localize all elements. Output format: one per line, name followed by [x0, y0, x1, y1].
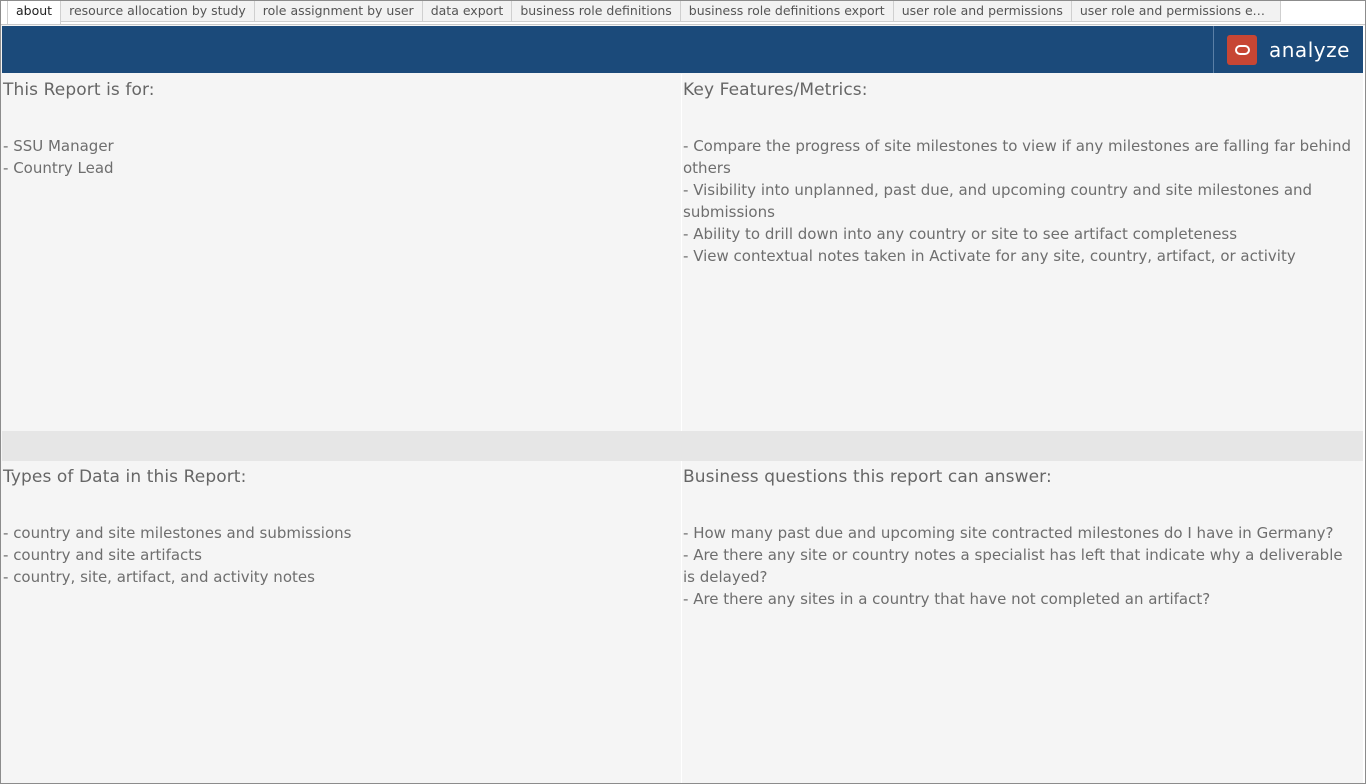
list-item: Visibility into unplanned, past due, and…: [683, 179, 1357, 223]
tab-resource-allocation-by-study[interactable]: resource allocation by study: [61, 1, 255, 22]
bullet-list: Compare the progress of site milestones …: [683, 135, 1357, 267]
panel-title: Key Features/Metrics:: [683, 80, 868, 100]
panel-data-types: Types of Data in this Report: country an…: [2, 461, 681, 783]
panel-key-features: Key Features/Metrics: Compare the progre…: [682, 74, 1363, 431]
oracle-ring-icon: [1227, 34, 1257, 65]
list-item: Are there any site or country notes a sp…: [683, 544, 1357, 588]
tab-list: about resource allocation by study role …: [7, 1, 1281, 24]
brand-logo: analyze: [1213, 26, 1363, 73]
list-item: country, site, artifact, and activity no…: [3, 566, 675, 588]
panel-business-questions: Business questions this report can answe…: [682, 461, 1363, 783]
panel-title: Types of Data in this Report:: [3, 467, 247, 487]
panel-title: Business questions this report can answe…: [683, 467, 1052, 487]
tab-business-role-definitions[interactable]: business role definitions: [512, 1, 681, 22]
list-item: country and site artifacts: [3, 544, 675, 566]
bullet-list: country and site milestones and submissi…: [3, 522, 675, 588]
list-item: Ability to drill down into any country o…: [683, 223, 1357, 245]
tab-business-role-definitions-export[interactable]: business role definitions export: [680, 1, 894, 22]
dashboard-frame: about resource allocation by study role …: [0, 0, 1366, 784]
list-item: How many past due and upcoming site cont…: [683, 522, 1357, 544]
dashboard-header: analyze: [2, 26, 1363, 73]
list-item: Compare the progress of site milestones …: [683, 135, 1357, 179]
tab-strip: about resource allocation by study role …: [1, 1, 1365, 25]
list-item: Are there any sites in a country that ha…: [683, 588, 1357, 610]
section-spacer: [2, 431, 1363, 461]
bullet-list: SSU Manager Country Lead: [3, 135, 675, 179]
tab-role-assignment-by-user[interactable]: role assignment by user: [254, 1, 423, 22]
tab-user-role-and-permissions[interactable]: user role and permissions: [893, 1, 1072, 22]
bullet-list: How many past due and upcoming site cont…: [683, 522, 1357, 610]
divider: [1363, 26, 1365, 783]
brand-text: analyze: [1269, 37, 1350, 62]
tab-data-export[interactable]: data export: [422, 1, 513, 22]
list-item: SSU Manager: [3, 135, 675, 157]
tab-user-role-and-permissions-export[interactable]: user role and permissions export: [1071, 1, 1281, 22]
panel-title: This Report is for:: [3, 80, 155, 100]
tab-about[interactable]: about: [7, 1, 62, 24]
list-item: country and site milestones and submissi…: [3, 522, 675, 544]
list-item: Country Lead: [3, 157, 675, 179]
panel-report-for: This Report is for: SSU Manager Country …: [2, 74, 681, 431]
list-item: View contextual notes taken in Activate …: [683, 245, 1357, 267]
